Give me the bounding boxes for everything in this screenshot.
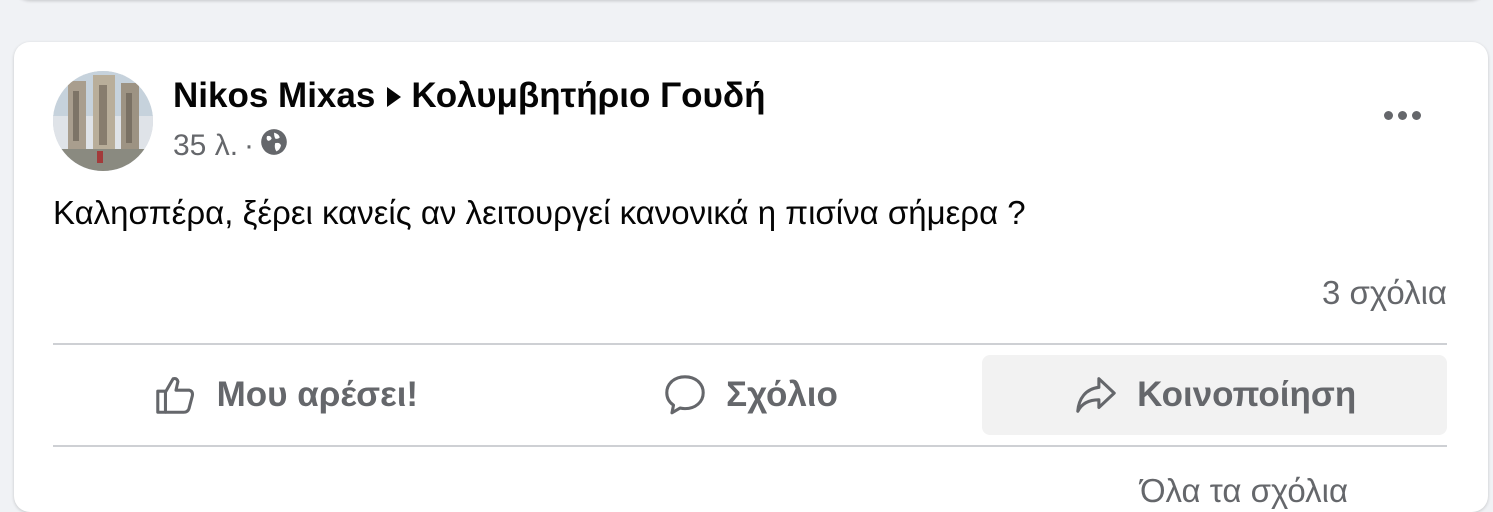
post-body-text: Καλησπέρα, ξέρει κανείς αν λειτουργεί κα… xyxy=(53,194,1026,231)
share-button[interactable]: Κοινοποίηση xyxy=(982,355,1448,435)
comment-label: Σχόλιο xyxy=(726,375,838,414)
more-dot xyxy=(1397,110,1407,120)
all-comments-filter[interactable]: Όλα τα σχόλια xyxy=(1140,472,1348,510)
group-name[interactable]: Κολυμβητήριο Γουδή xyxy=(411,76,765,116)
share-label: Κοινοποίηση xyxy=(1137,375,1357,414)
meta-separator: · xyxy=(244,129,255,162)
post-header: Nikos Mixas Κολυμβητήριο Γουδή xyxy=(173,76,766,116)
comment-count-link[interactable]: 3 σχόλια xyxy=(1322,274,1447,312)
share-arrow-icon xyxy=(1076,377,1116,413)
caret-right-icon xyxy=(387,87,402,107)
more-dot xyxy=(1383,110,1393,120)
speech-bubble-icon xyxy=(665,375,705,415)
more-dots-icon[interactable] xyxy=(1372,95,1432,135)
post-card: Nikos Mixas Κολυμβητήριο Γουδή 35 λ. · Κ… xyxy=(14,42,1488,512)
comment-button[interactable]: Σχόλιο xyxy=(518,355,983,435)
avatar-image xyxy=(53,71,153,171)
like-label: Μου αρέσει! xyxy=(216,375,419,414)
like-button[interactable]: Μου αρέσει! xyxy=(53,355,518,435)
post-meta: 35 λ. · xyxy=(173,128,288,164)
divider-bottom xyxy=(53,445,1447,447)
thumbs-up-icon xyxy=(155,376,194,414)
avatar[interactable] xyxy=(53,71,153,171)
divider-top xyxy=(53,343,1447,345)
globe-icon[interactable] xyxy=(260,128,288,164)
post-timestamp[interactable]: 35 λ. xyxy=(173,129,238,163)
more-dot xyxy=(1411,110,1421,120)
action-bar: Μου αρέσει! Σχόλιο Κοινοποίηση xyxy=(53,355,1448,435)
author-name[interactable]: Nikos Mixas xyxy=(173,76,375,116)
